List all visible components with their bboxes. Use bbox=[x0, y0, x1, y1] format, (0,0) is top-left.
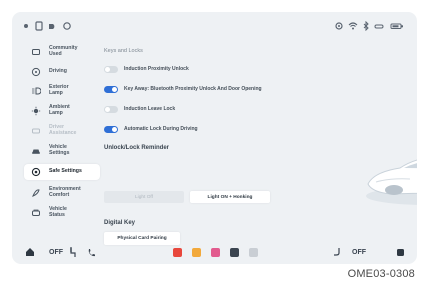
driver-assistance-icon bbox=[30, 125, 42, 137]
phone-icon bbox=[34, 21, 44, 31]
app-launcher-3[interactable] bbox=[209, 245, 221, 259]
app-icon bbox=[172, 247, 182, 257]
toggle-label: Automatic Lock During Driving bbox=[124, 126, 198, 132]
exterior-lamp-icon bbox=[30, 85, 42, 97]
headlight-icon bbox=[48, 21, 58, 31]
steering-wheel-icon bbox=[30, 66, 42, 78]
safe-settings-icon bbox=[30, 166, 42, 178]
section-title-unlock-lock-reminder: Unlock/Lock Reminder bbox=[104, 145, 170, 151]
status-bar bbox=[12, 12, 417, 40]
reminder-option-light-on-honking[interactable]: Light ON + Honking bbox=[190, 191, 270, 203]
toggle-row-key-away-bluetooth[interactable]: Key Away: Bluetooth Proximity Unlock And… bbox=[104, 84, 262, 94]
figure-caption: OME03-0308 bbox=[347, 268, 415, 280]
sidebar-item-exterior-lamp[interactable]: Exterior Lamp bbox=[24, 83, 100, 99]
safe-settings-panel: Keys and Locks Induction Proximity Unloc… bbox=[102, 42, 417, 245]
toggle-switch[interactable] bbox=[104, 65, 118, 73]
app-launcher-1[interactable] bbox=[171, 245, 183, 259]
section-heading-keys-and-locks: Keys and Locks bbox=[104, 48, 143, 54]
sidebar-item-label: Driver Assistance bbox=[49, 124, 77, 136]
sidebar-item-driving[interactable]: Driving bbox=[24, 64, 100, 80]
vehicle-status-icon bbox=[30, 207, 42, 219]
section-title-digital-key: Digital Key bbox=[104, 220, 136, 226]
wifi-icon bbox=[348, 21, 358, 31]
sidebar-item-label: Ambient Lamp bbox=[49, 104, 70, 116]
environment-comfort-icon bbox=[30, 187, 42, 199]
toggle-label: Key Away: Bluetooth Proximity Unlock And… bbox=[124, 86, 262, 92]
toggle-row-induction-leave-lock[interactable]: Induction Leave Lock bbox=[104, 104, 175, 114]
app-icon bbox=[229, 247, 239, 257]
sidebar-item-driver-assistance[interactable]: Driver Assistance bbox=[24, 123, 100, 139]
sidebar-item-label: Vehicle Settings bbox=[49, 144, 70, 156]
settings-sidebar: Community Used Driving Exterior Lamp Amb… bbox=[24, 44, 100, 224]
sidebar-item-label: Exterior Lamp bbox=[49, 84, 69, 96]
car-illustration bbox=[366, 159, 417, 205]
ambient-lamp-icon bbox=[30, 105, 42, 117]
toggle-label: Induction Proximity Unlock bbox=[124, 66, 189, 72]
sidebar-item-vehicle-settings[interactable]: Vehicle Settings bbox=[24, 143, 100, 159]
seat-heat-button[interactable] bbox=[68, 245, 78, 259]
toggle-switch[interactable] bbox=[104, 125, 118, 133]
toggle-row-induction-proximity-unlock[interactable]: Induction Proximity Unlock bbox=[104, 64, 189, 74]
app-launcher-2[interactable] bbox=[190, 245, 202, 259]
signal-icon bbox=[374, 21, 384, 31]
reminder-option-light-off[interactable]: Light Off bbox=[104, 191, 184, 203]
sidebar-item-safe-settings[interactable]: Safe Settings bbox=[24, 164, 100, 180]
community-icon bbox=[30, 46, 42, 58]
sidebar-item-community-used[interactable]: Community Used bbox=[24, 44, 100, 60]
sidebar-item-label: Vehicle Status bbox=[49, 206, 67, 218]
bottom-dock: OFF OFF bbox=[12, 240, 417, 264]
sidebar-item-vehicle-status[interactable]: Vehicle Status bbox=[24, 205, 100, 221]
right-seat-icon bbox=[334, 248, 340, 256]
right-climate-status[interactable]: OFF bbox=[350, 245, 368, 259]
left-climate-status[interactable]: OFF bbox=[47, 245, 65, 259]
phone-call-icon bbox=[88, 248, 95, 256]
sidebar-item-label: Community Used bbox=[49, 45, 78, 57]
bluetooth-icon bbox=[362, 21, 370, 31]
seat-heat-icon bbox=[70, 247, 76, 257]
app-icon bbox=[248, 247, 258, 257]
toggle-switch[interactable] bbox=[104, 85, 118, 93]
connection-icon bbox=[22, 21, 30, 31]
battery-icon bbox=[390, 21, 404, 31]
phone-button[interactable] bbox=[86, 245, 96, 259]
sidebar-item-label: Safe Settings bbox=[49, 168, 82, 175]
app-launcher-4[interactable] bbox=[228, 245, 240, 259]
app-icon bbox=[191, 247, 201, 257]
sidebar-item-environment-comfort[interactable]: Environment Comfort bbox=[24, 185, 100, 201]
vehicle-icon bbox=[30, 145, 42, 157]
home-button[interactable] bbox=[24, 245, 36, 259]
power-button[interactable] bbox=[395, 245, 405, 259]
infotainment-screen: Community Used Driving Exterior Lamp Amb… bbox=[12, 12, 417, 264]
toggle-label: Induction Leave Lock bbox=[124, 106, 176, 112]
home-icon bbox=[26, 248, 34, 256]
sidebar-item-ambient-lamp[interactable]: Ambient Lamp bbox=[24, 103, 100, 119]
app-launcher-5[interactable] bbox=[247, 245, 259, 259]
user-status-icon bbox=[334, 21, 344, 31]
sidebar-item-label: Environment Comfort bbox=[49, 186, 81, 198]
settings-status-icon bbox=[62, 21, 72, 31]
app-icon bbox=[210, 247, 220, 257]
power-icon bbox=[396, 248, 404, 256]
right-seat-button[interactable] bbox=[332, 245, 342, 259]
toggle-switch[interactable] bbox=[104, 105, 118, 113]
sidebar-item-label: Driving bbox=[49, 68, 67, 75]
toggle-row-automatic-lock-during-driving[interactable]: Automatic Lock During Driving bbox=[104, 124, 198, 134]
